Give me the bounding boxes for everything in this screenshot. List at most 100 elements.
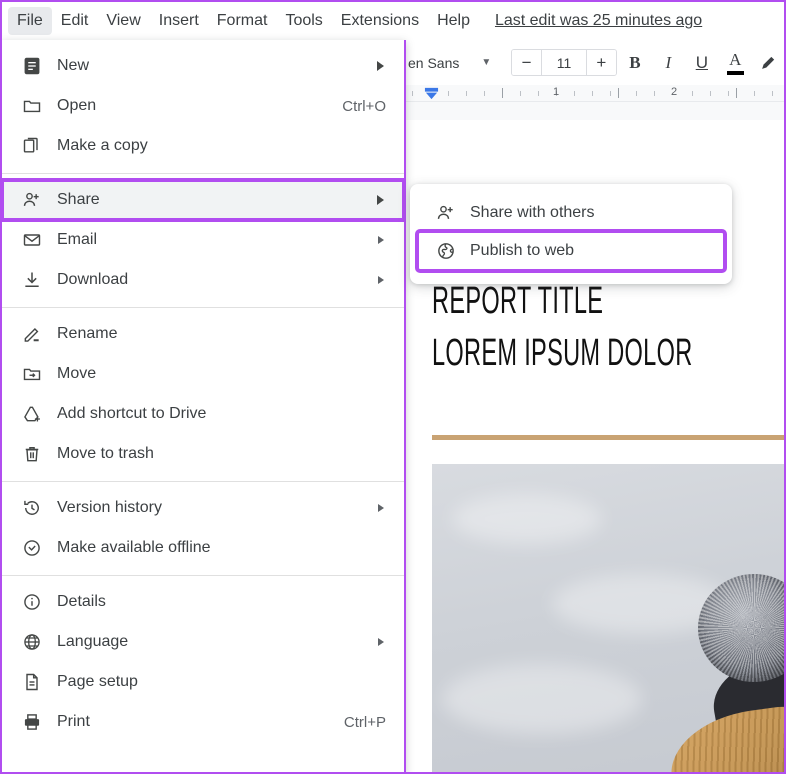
chevron-down-icon[interactable]: ▼ <box>481 57 491 68</box>
menu-insert[interactable]: Insert <box>150 7 208 35</box>
copy-icon <box>22 135 48 157</box>
menu-item-open[interactable]: Open Ctrl+O <box>2 86 404 126</box>
font-size-stepper[interactable]: − 11 + <box>511 49 617 76</box>
menu-item-label: Add shortcut to Drive <box>57 405 207 422</box>
menu-item-label: Email <box>57 231 98 248</box>
submenu-item-share-with-others[interactable]: Share with others <box>418 194 724 232</box>
menu-item-make-a-copy[interactable]: Make a copy <box>2 126 404 166</box>
google-docs-window: en Sans ▼ − 11 + B I U A 1 2 REPORT TITL… <box>0 0 786 774</box>
menu-item-shortcut: Ctrl+O <box>342 97 386 115</box>
menu-item-move[interactable]: Move <box>2 354 404 394</box>
menu-view[interactable]: View <box>97 7 149 35</box>
underline-button[interactable]: U <box>687 48 717 78</box>
ruler-number: 2 <box>670 86 678 98</box>
document-subtitle-text: LOREM IPSUM DOLOR <box>432 332 693 374</box>
text-color-button[interactable]: A <box>720 48 750 78</box>
drive-shortcut-icon <box>22 403 48 425</box>
submenu-arrow-icon <box>378 276 384 284</box>
menu-divider <box>2 173 404 174</box>
menu-item-language[interactable]: Language <box>2 622 404 662</box>
submenu-arrow-icon <box>378 504 384 512</box>
history-icon <box>22 497 48 519</box>
submenu-item-label: Publish to web <box>470 242 575 259</box>
menu-item-label: Share <box>57 191 100 208</box>
offline-check-icon <box>22 537 48 559</box>
menu-item-rename[interactable]: Rename <box>2 314 404 354</box>
menu-item-version-history[interactable]: Version history <box>2 488 404 528</box>
menu-item-shortcut: Ctrl+P <box>343 713 386 731</box>
bold-button[interactable]: B <box>620 48 650 78</box>
envelope-icon <box>22 229 48 251</box>
menu-item-label: Page setup <box>57 673 138 690</box>
new-document-icon <box>22 55 48 77</box>
menu-item-move-to-trash[interactable]: Move to trash <box>2 434 404 474</box>
submenu-arrow-icon <box>378 638 384 646</box>
menu-item-label: Move <box>57 365 97 382</box>
submenu-arrow-icon <box>377 195 384 205</box>
menu-item-page-setup[interactable]: Page setup <box>2 662 404 702</box>
page-icon <box>22 671 48 693</box>
menu-help[interactable]: Help <box>428 7 479 35</box>
ruler-number: 1 <box>552 86 560 98</box>
menu-item-new[interactable]: New <box>2 46 404 86</box>
share-submenu: Share with others Publish to web <box>410 184 732 284</box>
folder-icon <box>22 95 48 117</box>
menu-item-label: Rename <box>57 325 118 342</box>
menu-item-email[interactable]: Email <box>2 220 404 260</box>
menu-item-download[interactable]: Download <box>2 260 404 300</box>
decrease-font-size-button[interactable]: − <box>512 50 541 75</box>
submenu-item-publish-to-web[interactable]: Publish to web <box>415 229 727 273</box>
last-edit-status[interactable]: Last edit was 25 minutes ago <box>495 12 702 30</box>
globe-icon <box>436 240 460 262</box>
menu-file[interactable]: File <box>8 7 52 35</box>
menu-extensions[interactable]: Extensions <box>332 7 428 35</box>
menu-item-share[interactable]: Share <box>2 178 406 222</box>
trash-icon <box>22 443 48 465</box>
menu-item-make-available-offline[interactable]: Make available offline <box>2 528 404 568</box>
font-size-input[interactable]: 11 <box>540 50 588 75</box>
document-title-text: REPORT TITLE <box>432 280 604 322</box>
info-icon <box>22 591 48 613</box>
submenu-item-label: Share with others <box>470 204 595 221</box>
menu-item-details[interactable]: Details <box>2 582 404 622</box>
submenu-arrow-icon <box>378 236 384 244</box>
menu-item-label: Version history <box>57 499 162 516</box>
menu-divider <box>2 481 404 482</box>
person-add-icon <box>22 189 48 211</box>
pencil-icon <box>22 323 48 345</box>
menu-item-label: Make available offline <box>57 539 211 556</box>
menu-item-label: Download <box>57 271 129 288</box>
document-photo[interactable] <box>432 464 784 772</box>
menu-tools[interactable]: Tools <box>276 7 331 35</box>
move-folder-icon <box>22 363 48 385</box>
highlight-color-icon[interactable] <box>754 48 784 78</box>
menu-item-add-shortcut-to-drive[interactable]: Add shortcut to Drive <box>2 394 404 434</box>
menu-item-label: Print <box>57 713 90 730</box>
menu-item-label: Make a copy <box>57 137 148 154</box>
menu-item-label: Open <box>57 97 97 114</box>
globe-grid-icon <box>22 631 48 653</box>
formatting-toolbar: en Sans ▼ − 11 + B I U A <box>406 40 784 85</box>
document-divider-rule <box>432 435 784 440</box>
menu-divider <box>2 307 404 308</box>
menu-item-label: Details <box>57 593 106 610</box>
horizontal-ruler[interactable]: 1 2 <box>406 85 784 102</box>
menu-item-label: New <box>57 57 90 74</box>
person-add-icon <box>436 202 460 224</box>
font-family-value[interactable]: en Sans <box>408 55 459 71</box>
submenu-arrow-icon <box>377 61 384 71</box>
file-menu-dropdown: New Open Ctrl+O Make a copy Share Email … <box>2 40 406 772</box>
menu-item-label: Language <box>57 633 129 650</box>
menu-bar: File Edit View Insert Format Tools Exten… <box>2 2 784 40</box>
menu-format[interactable]: Format <box>208 7 277 35</box>
italic-button[interactable]: I <box>653 48 683 78</box>
increase-font-size-button[interactable]: + <box>587 50 616 75</box>
download-icon <box>22 269 48 291</box>
menu-item-print[interactable]: Print Ctrl+P <box>2 702 404 742</box>
indent-marker-icon[interactable] <box>424 86 439 101</box>
menu-edit[interactable]: Edit <box>52 7 98 35</box>
menu-divider <box>2 575 404 576</box>
menu-item-label: Move to trash <box>57 445 154 462</box>
printer-icon <box>22 711 48 733</box>
page-gutter <box>406 102 784 120</box>
